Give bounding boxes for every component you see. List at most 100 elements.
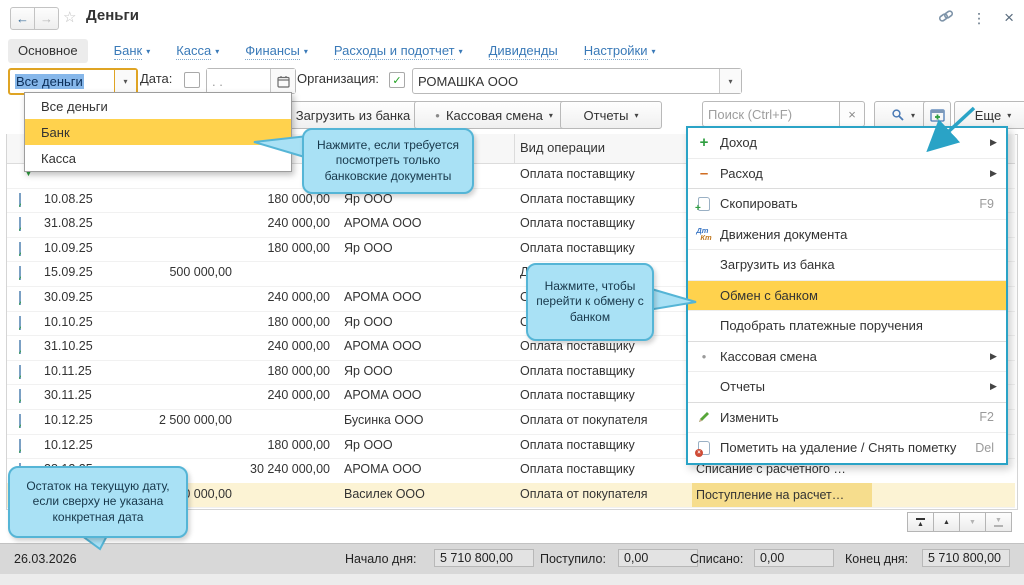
money-journal-window: ← → ☆ Деньги ⋮ × Основное Банк ▾ Касса ▾ Фина… xyxy=(0,0,1024,585)
search-input[interactable] xyxy=(702,101,840,127)
date-label: Дата: xyxy=(140,71,173,86)
close-icon[interactable]: × xyxy=(1004,9,1014,26)
cell-operation: Оплата от покупателя xyxy=(520,413,648,427)
search-icon xyxy=(892,109,904,121)
menu-item-shortcut: F9 xyxy=(979,196,994,211)
check-icon: ✓ xyxy=(19,273,21,280)
tab-section-1[interactable]: Банк ▾ xyxy=(113,42,151,60)
column-header-operation[interactable]: Вид операции xyxy=(520,140,605,155)
menu-item-1[interactable]: – Расход ▶ xyxy=(688,157,1006,189)
tab-section-3[interactable]: Финансы ▾ xyxy=(245,43,308,60)
cell-date: 31.10.25 xyxy=(44,339,93,354)
cell-date: 10.08.25 xyxy=(44,191,93,206)
footer-stat-value: 5 710 800,00 xyxy=(922,549,1010,567)
cell-date: 10.12.25 xyxy=(44,413,93,427)
menu-item-label: Пометить на удаление / Снять пометку xyxy=(720,440,957,456)
combo-dropdown-icon[interactable]: ▾ xyxy=(114,70,136,93)
tab-section-5[interactable]: Дивиденды xyxy=(488,43,558,60)
menu-item-0[interactable]: + Доход ▶ xyxy=(688,128,1006,158)
menu-item-label: Подобрать платежные поручения xyxy=(720,318,923,334)
triangle-down-icon: ▼ xyxy=(995,516,1002,524)
menu-item-6[interactable]: Подобрать платежные поручения xyxy=(688,310,1006,341)
forward-arrow-icon: → xyxy=(40,11,53,26)
menu-item-label: Расход xyxy=(720,165,763,181)
menu-item-10[interactable]: × Пометить на удаление / Снять пометку Del xyxy=(688,432,1006,463)
cell-date: 15.09.25 xyxy=(44,265,93,280)
date-checkbox[interactable] xyxy=(184,72,200,88)
submenu-arrow-icon: ▶ xyxy=(990,350,997,361)
search-clear-icon[interactable]: × xyxy=(839,101,865,127)
tab-label: Банк xyxy=(113,42,143,60)
posted-document-icon: ✓ xyxy=(19,192,21,207)
check-icon: ✓ xyxy=(19,200,21,207)
dropdown-item-2[interactable]: Касса xyxy=(25,145,291,171)
go-last-button[interactable]: ▼ xyxy=(985,512,1012,532)
menu-item-7[interactable]: ● Кассовая смена ▶ xyxy=(688,340,1006,372)
tab-label: Основное xyxy=(18,43,78,58)
forward-button[interactable]: → xyxy=(34,7,59,30)
tab-label: Финансы xyxy=(245,42,300,60)
menu-item-8[interactable]: Отчеты ▶ xyxy=(688,371,1006,402)
reports-button[interactable]: Отчеты ▾ xyxy=(560,101,662,129)
calendar-icon[interactable] xyxy=(270,69,295,93)
link-icon[interactable] xyxy=(938,8,954,27)
cell-expense: 240 000,00 xyxy=(267,339,330,354)
posted-document-icon: ✓ xyxy=(19,414,21,428)
menu-item-9[interactable]: Изменить F2 xyxy=(688,401,1006,433)
load-from-bank-button[interactable]: Загрузить из банка xyxy=(280,101,426,129)
menu-item-shortcut: F2 xyxy=(979,410,994,425)
date-input[interactable] xyxy=(207,69,270,93)
combo-dropdown-icon[interactable]: ▾ xyxy=(719,69,741,93)
cell-expense: 180 000,00 xyxy=(267,240,330,255)
posted-document-icon: ✓ xyxy=(19,389,21,404)
title-bar: ← → ☆ Деньги ⋮ × xyxy=(0,0,1024,34)
cell-expense: 30 240 000,00 xyxy=(250,462,330,477)
organization-checkbox[interactable]: ✓ xyxy=(389,72,405,88)
menu-item-4[interactable]: Загрузить из банка xyxy=(688,249,1006,280)
window-bottom-strip xyxy=(0,574,1024,585)
menu-item-label: Движения документа xyxy=(720,226,848,242)
submenu-arrow-icon: ▶ xyxy=(990,167,997,178)
dropdown-item-0[interactable]: Все деньги xyxy=(25,93,291,119)
menu-item-2[interactable]: + Скопировать F9 xyxy=(688,188,1006,219)
favorite-star-icon[interactable]: ☆ xyxy=(63,8,76,26)
cell-party: АРОМА ООО xyxy=(344,339,422,354)
tab-section-4[interactable]: Расходы и подотчет ▾ xyxy=(333,43,463,60)
up-button[interactable]: ▲ xyxy=(933,512,960,532)
cell-operation: Оплата поставщику xyxy=(520,167,635,181)
page-title: Деньги xyxy=(86,7,139,24)
open-in-new-window-button[interactable] xyxy=(923,101,951,129)
menu-item-3[interactable]: Дт Кт Движения документа xyxy=(688,218,1006,250)
triangle-down-icon: ▼ xyxy=(969,518,976,526)
chevron-down-icon: ▾ xyxy=(146,46,151,56)
cash-shift-button[interactable]: ● Кассовая смена ▾ xyxy=(414,101,574,129)
cell-operation: Оплата поставщику xyxy=(520,191,635,206)
cell-operation: Оплата поставщику xyxy=(520,363,635,378)
status-date: 26.03.2026 xyxy=(14,552,77,566)
kebab-menu-icon[interactable]: ⋮ xyxy=(972,10,986,26)
money-type-combobox[interactable]: Все деньги ▾ xyxy=(8,68,138,95)
chevron-down-icon: ▾ xyxy=(548,110,553,120)
tab-section-6[interactable]: Настройки ▾ xyxy=(583,43,656,60)
tooltip-current-balance: Остаток на текущую дату, если сверху не … xyxy=(8,466,188,538)
chevron-down-icon: ▾ xyxy=(215,46,220,56)
posted-document-icon: ✓ xyxy=(19,241,21,256)
organization-combobox[interactable]: РОМАШКА ООО ▾ xyxy=(412,68,742,94)
more-button[interactable]: Еще ▾ xyxy=(954,101,1024,129)
tab-label: Касса xyxy=(176,42,212,60)
go-first-button[interactable]: ▲ xyxy=(907,512,934,532)
status-bar: 26.03.2026 Начало дня: 5 710 800,00 Поступ… xyxy=(0,543,1024,575)
down-button[interactable]: ▼ xyxy=(959,512,986,532)
tab-main[interactable]: Основное xyxy=(8,39,88,63)
tab-section-2[interactable]: Касса ▾ xyxy=(176,43,219,60)
triangle-up-icon: ▲ xyxy=(917,520,924,528)
organization-value: РОМАШКА ООО xyxy=(418,73,519,89)
dropdown-item-1[interactable]: Банк xyxy=(25,119,291,145)
chevron-down-icon: ▾ xyxy=(634,110,639,120)
sort-desc-icon: ▼ xyxy=(25,171,32,178)
back-button[interactable]: ← xyxy=(10,7,35,30)
posted-document-icon: ✓ xyxy=(19,266,21,281)
tooltip-text: Остаток на текущую дату, если сверху не … xyxy=(26,478,170,524)
footer-stat-label: Начало дня: xyxy=(345,552,417,566)
menu-item-5[interactable]: Обмен с банком xyxy=(688,279,1006,310)
